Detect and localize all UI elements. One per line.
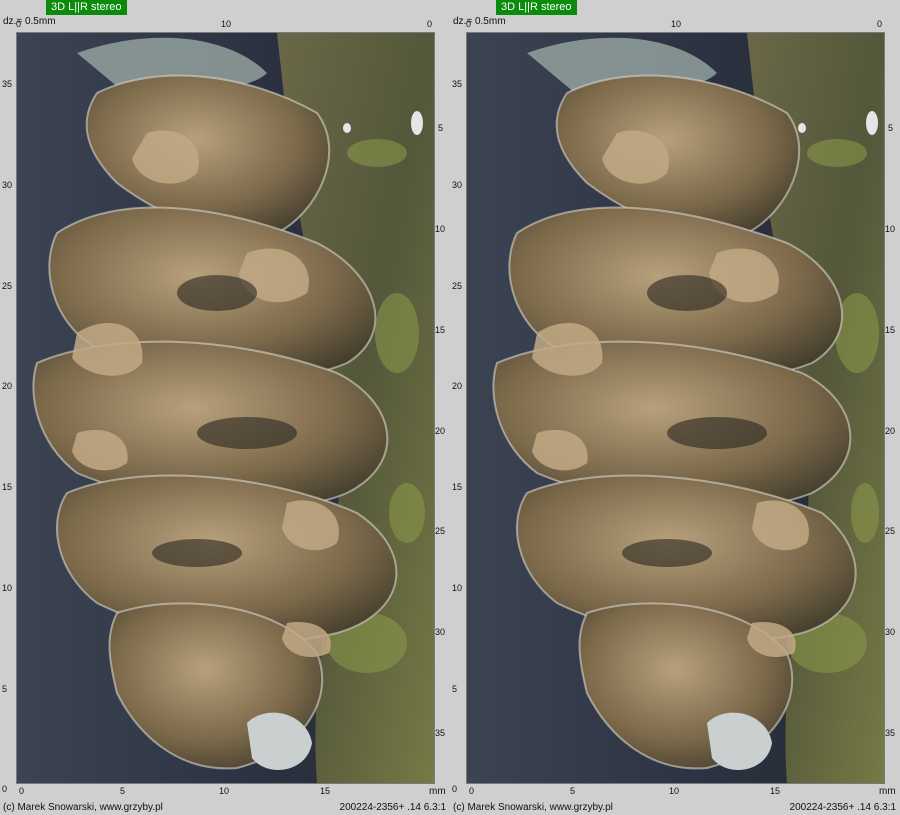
right-ruler-label: 35 [435, 728, 445, 738]
stereo-badge: 3D L||R stereo [46, 0, 127, 15]
dz-label: dz.= 0.5mm [453, 16, 506, 27]
left-ruler-label: 0 [2, 784, 7, 794]
lichen-photo [466, 32, 885, 784]
dz-label: dz.= 0.5mm [3, 16, 56, 27]
left-ruler-label: 25 [2, 281, 12, 291]
credit-text: (c) Marek Snowarski, www.grzyby.pl [3, 802, 163, 813]
left-ruler-label: 35 [2, 79, 12, 89]
stereo-panel-left: 3D L||R stereo dz.= 0.5mm 0 10 0 35 30 2… [0, 0, 450, 815]
unit-label: mm [879, 786, 896, 797]
stereo-badge: 3D L||R stereo [496, 0, 577, 15]
right-ruler-label: 15 [885, 325, 895, 335]
left-ruler-label: 15 [2, 482, 12, 492]
top-ruler-label: 10 [671, 19, 681, 29]
left-ruler-label: 0 [452, 784, 457, 794]
left-ruler-label: 10 [452, 583, 462, 593]
credit-text: (c) Marek Snowarski, www.grzyby.pl [453, 802, 613, 813]
left-ruler-label: 30 [452, 180, 462, 190]
left-ruler-label: 15 [452, 482, 462, 492]
caption-text: 200224-2356+ .14 6.3:1 [789, 802, 896, 813]
left-ruler-label: 20 [452, 381, 462, 391]
right-ruler-label: 25 [435, 526, 445, 536]
right-ruler-label: 5 [888, 123, 893, 133]
left-ruler-label: 35 [452, 79, 462, 89]
left-ruler-label: 30 [2, 180, 12, 190]
top-ruler-label: 0 [427, 19, 432, 29]
left-ruler-label: 20 [2, 381, 12, 391]
bottom-ruler-label: 15 [770, 786, 780, 796]
lichen-image [467, 33, 884, 783]
left-ruler-label: 5 [452, 684, 457, 694]
right-ruler-label: 10 [435, 224, 445, 234]
right-ruler-label: 30 [885, 627, 895, 637]
stereo-panel-right: 3D L||R stereo dz.= 0.5mm 0 10 0 35 30 2… [450, 0, 900, 815]
right-ruler-label: 30 [435, 627, 445, 637]
bottom-ruler-label: 10 [219, 786, 229, 796]
bottom-ruler-label: 15 [320, 786, 330, 796]
unit-label: mm [429, 786, 446, 797]
top-ruler-label: 10 [221, 19, 231, 29]
left-ruler-label: 5 [2, 684, 7, 694]
lichen-image [17, 33, 434, 783]
right-ruler-label: 20 [885, 426, 895, 436]
bottom-ruler-label: 0 [19, 786, 24, 796]
right-ruler-label: 25 [885, 526, 895, 536]
right-ruler-label: 35 [885, 728, 895, 738]
left-ruler-label: 25 [452, 281, 462, 291]
lichen-photo [16, 32, 435, 784]
top-ruler-label: 0 [877, 19, 882, 29]
bottom-ruler-label: 5 [570, 786, 575, 796]
bottom-ruler-label: 0 [469, 786, 474, 796]
right-ruler-label: 20 [435, 426, 445, 436]
right-ruler-label: 10 [885, 224, 895, 234]
bottom-ruler-label: 10 [669, 786, 679, 796]
right-ruler-label: 15 [435, 325, 445, 335]
right-ruler-label: 5 [438, 123, 443, 133]
left-ruler-label: 10 [2, 583, 12, 593]
bottom-ruler-label: 5 [120, 786, 125, 796]
caption-text: 200224-2356+ .14 6.3:1 [339, 802, 446, 813]
